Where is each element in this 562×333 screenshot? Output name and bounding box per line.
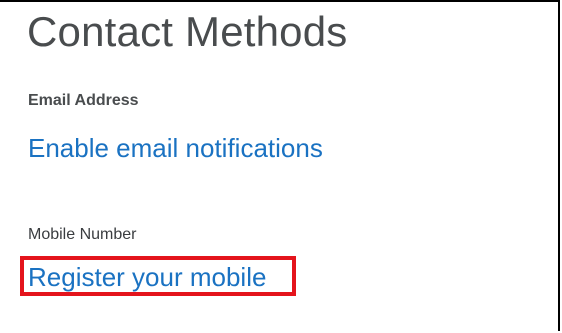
email-address-label: Email Address	[28, 92, 139, 109]
enable-email-notifications-link[interactable]: Enable email notifications	[28, 133, 323, 164]
mobile-number-label: Mobile Number	[28, 226, 137, 243]
page-title: Contact Methods	[27, 8, 348, 55]
highlight-box	[20, 256, 296, 296]
